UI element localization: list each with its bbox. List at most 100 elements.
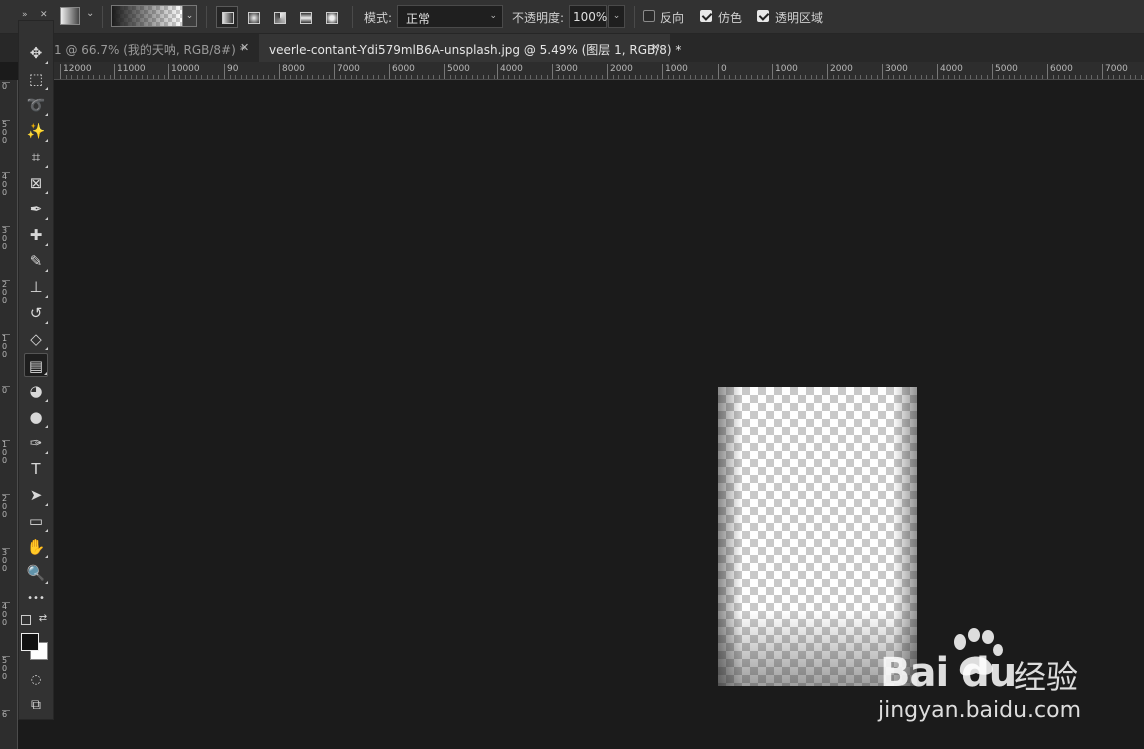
healing-brush-icon[interactable]: ✚ (24, 223, 48, 247)
dither-checkbox[interactable] (700, 10, 712, 22)
ruler-minor-tick (141, 75, 143, 79)
collapse-icon[interactable]: » (22, 10, 28, 20)
ruler-minor-tick (493, 75, 495, 79)
default-colors-icon[interactable] (21, 615, 31, 625)
foreground-color-swatch[interactable] (21, 633, 39, 651)
mores-icon[interactable]: ••• (24, 587, 48, 611)
eyedropper-icon[interactable]: ✒ (24, 197, 48, 221)
angle-gradient-button[interactable] (268, 6, 290, 28)
document-tab-active[interactable]: veerle-contant-Ydi579mlB6A-unsplash.jpg … (259, 34, 681, 62)
ruler-minor-tick (130, 75, 132, 79)
close-icon[interactable]: ✕ (40, 10, 48, 20)
angle-gradient-icon (274, 12, 286, 24)
gradient-picker-button[interactable]: ⌄ (183, 5, 197, 27)
ruler-minor-tick (557, 75, 559, 79)
ruler-tick-label: 2 0 0 (2, 494, 10, 519)
ruler-minor-tick (1003, 75, 1004, 79)
frame-icon[interactable]: ⊠ (24, 171, 48, 195)
brush-icon[interactable]: ✎ (24, 249, 48, 273)
marquee-icon[interactable]: ⬚ (24, 67, 48, 91)
path-selection-icon[interactable]: ➤ (24, 483, 48, 507)
transparency-label[interactable]: 透明区域 (775, 9, 823, 26)
diamond-gradient-button[interactable] (320, 6, 342, 28)
mode-select[interactable]: 正常 ⌄ (397, 5, 503, 28)
lasso-icon[interactable]: ➰ (24, 93, 48, 117)
ruler-minor-tick (460, 75, 462, 79)
hand-icon[interactable]: ✋ (24, 535, 48, 559)
dither-label[interactable]: 仿色 (718, 9, 742, 26)
ruler-tick-label: 1 0 0 (2, 440, 10, 465)
zoom-icon[interactable]: 🔍 (24, 561, 48, 585)
ruler-minor-tick (273, 75, 275, 79)
screen-mode-icon[interactable]: ⧉ (24, 693, 48, 717)
reverse-label[interactable]: 反向 (660, 9, 684, 26)
chevron-down-icon[interactable]: ⌄ (86, 8, 94, 19)
ruler-minor-tick (1107, 75, 1109, 79)
ruler-minor-tick (740, 75, 741, 79)
opacity-dropdown-button[interactable]: ⌄ (608, 5, 625, 28)
mode-value: 正常 (406, 12, 431, 26)
rectangle-icon[interactable]: ▭ (24, 509, 48, 533)
dodge-icon[interactable]: ● (24, 405, 48, 429)
ruler-minor-tick (805, 75, 806, 79)
mode-label: 模式: (364, 11, 393, 25)
ruler-minor-tick (612, 75, 614, 79)
options-bar: » ✕ ⌄ ⌄ 模式: 正常 ⌄ 不透明度: 100% ⌄ 反向 仿色 透明区域 (0, 0, 1144, 34)
ruler-minor-tick (530, 75, 531, 79)
ruler-minor-tick (695, 75, 696, 79)
pen-icon[interactable]: ✑ (24, 431, 48, 455)
ruler-minor-tick (1041, 75, 1043, 79)
ruler-minor-tick (756, 75, 758, 79)
magic-wand-icon[interactable]: ✨ (24, 119, 48, 143)
type-icon[interactable]: T (24, 457, 48, 481)
ruler-minor-tick (488, 75, 489, 79)
baidu-jingyan-watermark: Bai du 经验 jingyan.baidu.com (870, 620, 1140, 730)
ruler-minor-tick (1019, 75, 1021, 79)
move-icon[interactable]: ✥ (24, 41, 48, 65)
reflected-gradient-button[interactable] (294, 6, 316, 28)
ruler-minor-tick (284, 75, 286, 79)
swap-colors-icon[interactable]: ⇄ (37, 613, 49, 625)
ruler-minor-tick (449, 75, 451, 79)
ruler-minor-tick (799, 75, 801, 79)
vertical-ruler[interactable]: 0 5 0 0 4 0 0 3 0 0 2 0 0 1 0 0 0 1 0 0 2 0 0 3 0… (0, 80, 18, 749)
opacity-value: 100% (573, 10, 608, 24)
gradient-preview[interactable] (111, 5, 183, 27)
gradient-icon[interactable]: ▤ (24, 353, 48, 377)
ruler-minor-tick (981, 75, 982, 79)
ruler-minor-tick (915, 75, 916, 79)
ruler-minor-tick (734, 75, 736, 79)
crop-icon[interactable]: ⌗ (24, 145, 48, 169)
ruler-minor-tick (378, 75, 379, 79)
ruler-tick-label: 3 0 0 (2, 226, 10, 251)
radial-gradient-icon (248, 12, 260, 24)
opacity-input[interactable]: 100% (569, 5, 607, 28)
ruler-minor-tick (1118, 75, 1120, 79)
eraser-icon[interactable]: ◇ (24, 327, 48, 351)
ruler-minor-tick (849, 75, 850, 79)
ruler-minor-tick (887, 75, 889, 79)
history-brush-icon[interactable]: ↺ (24, 301, 48, 325)
blur-icon[interactable]: ◕ (24, 379, 48, 403)
linear-gradient-button[interactable] (216, 6, 238, 28)
ruler-tick-label: 0 (718, 64, 727, 79)
ruler-minor-tick (524, 75, 526, 79)
transparency-checkbox[interactable] (757, 10, 769, 22)
ruler-minor-tick (640, 75, 641, 79)
reverse-checkbox[interactable] (643, 10, 655, 22)
ruler-minor-tick (634, 75, 636, 79)
close-icon[interactable]: ✕ (651, 41, 660, 54)
horizontal-ruler[interactable]: 12000 11000 10000 90 8000 7000 6000 5000 4000 300… (54, 62, 1144, 80)
document-tab[interactable]: 1 @ 66.7% (我的天呐, RGB/8#) * ✕ (54, 34, 259, 62)
ruler-minor-tick (65, 75, 67, 79)
ruler-minor-tick (909, 75, 911, 79)
ruler-minor-tick (997, 75, 999, 79)
quick-mask-icon[interactable]: ◌ (24, 667, 48, 691)
tool-flyout-indicator (45, 165, 48, 168)
tool-preset-swatch[interactable] (60, 7, 80, 25)
clone-stamp-icon[interactable]: ⊥ (24, 275, 48, 299)
ruler-minor-tick (964, 75, 966, 79)
close-icon[interactable]: ✕ (240, 41, 249, 54)
radial-gradient-button[interactable] (242, 6, 264, 28)
ruler-minor-tick (563, 75, 564, 79)
